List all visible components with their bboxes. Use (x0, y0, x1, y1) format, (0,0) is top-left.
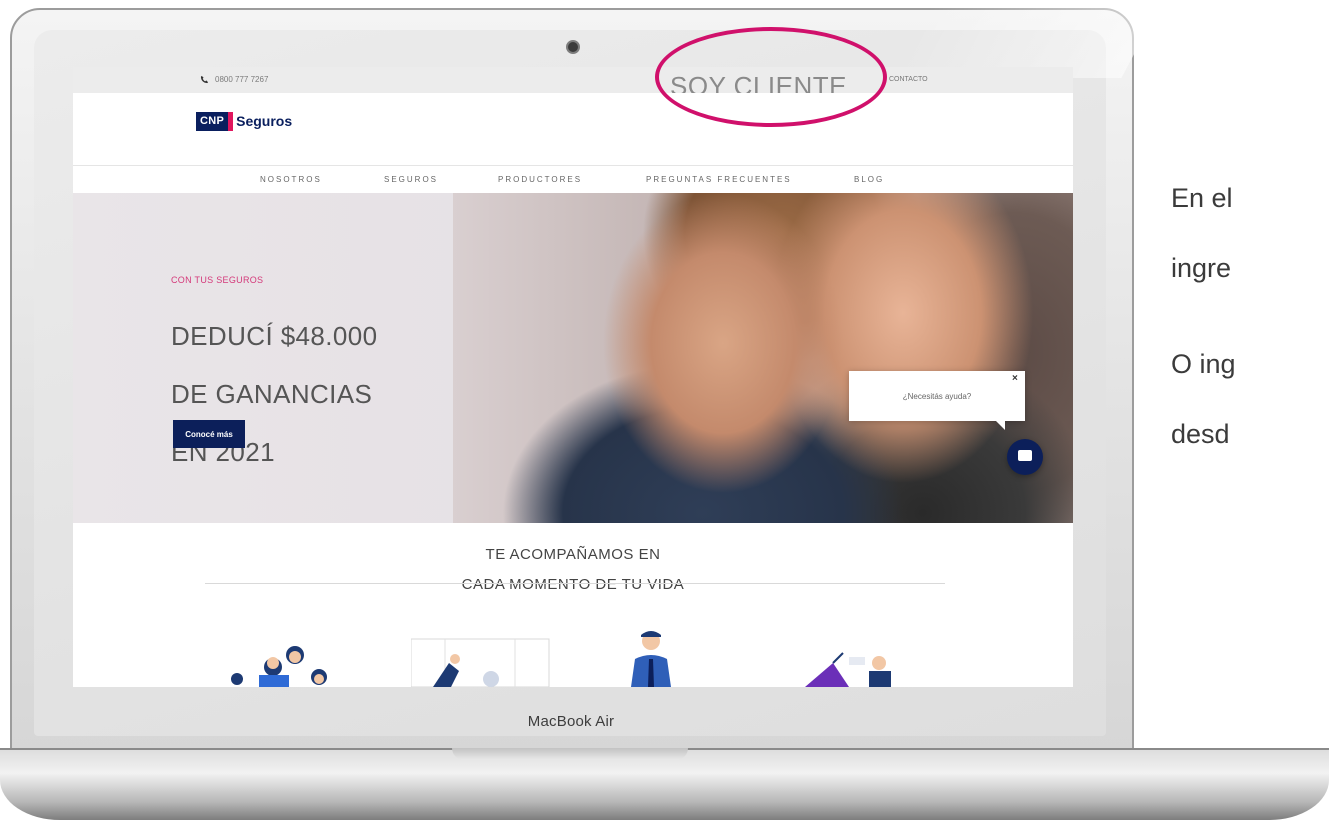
nav-blog[interactable]: BLOG (854, 175, 884, 184)
instruction-line: O ing (1171, 349, 1236, 379)
hero-banner: CON TUS SEGUROS DEDUCÍ $48.000 DE GANANC… (73, 193, 1073, 523)
nav-productores[interactable]: PRODUCTORES (498, 175, 582, 184)
section-title-line: TE ACOMPAÑAMOS EN (485, 546, 661, 563)
chat-button[interactable] (1007, 439, 1043, 475)
webcam-icon (566, 40, 580, 54)
help-bubble-text: ¿Necesitás ayuda? (902, 391, 972, 401)
laptop-notch (452, 748, 688, 760)
help-bubble-tail (995, 420, 1005, 430)
logo-seguros-text: Seguros (236, 113, 293, 129)
phone-contact[interactable]: 0800 777 7267 (200, 75, 268, 84)
nav-nosotros[interactable]: NOSOTROS (260, 175, 322, 184)
instruction-line: ingre (1171, 253, 1232, 283)
highlight-circle (655, 27, 887, 127)
section-title: TE ACOMPAÑAMOS EN CADA MOMENTO DE TU VID… (73, 532, 1073, 607)
nav-preguntas-frecuentes[interactable]: PREGUNTAS FRECUENTES (646, 175, 792, 184)
instruction-text: En el ingre O ing desd (1171, 146, 1329, 513)
logo-cnp-text: CNP (196, 112, 229, 131)
hero-kicker: CON TUS SEGUROS (171, 275, 264, 285)
family-illustration (231, 646, 327, 687)
conoce-mas-button[interactable]: Conocé más (173, 420, 245, 448)
section-divider (205, 583, 945, 584)
top-bar: 0800 777 7267 SOY CLIENTE CONTACTO (73, 67, 1073, 101)
hero-title-line: DEDUCÍ $48.000 (171, 321, 378, 351)
model-label: MacBook Air (527, 713, 615, 730)
website-screen: 0800 777 7267 SOY CLIENTE CONTACTO CNP S… (73, 67, 1073, 687)
instruction-line: desd (1171, 419, 1230, 449)
section-title-line: CADA MOMENTO DE TU VIDA (461, 576, 685, 593)
office-illustration (411, 638, 550, 687)
desk-illustration (805, 652, 891, 687)
contacto-link[interactable]: CONTACTO (889, 76, 928, 83)
main-nav: NOSOTROS SEGUROS PRODUCTORES PREGUNTAS F… (73, 165, 1073, 194)
businessman-illustration (631, 631, 671, 687)
close-icon[interactable]: × (1012, 373, 1018, 384)
instruction-line: En el (1171, 183, 1233, 213)
nav-seguros[interactable]: SEGUROS (384, 175, 438, 184)
help-bubble[interactable]: ¿Necesitás ayuda? (849, 371, 1025, 421)
hero-title-line: DE GANANCIAS (171, 379, 373, 409)
cnp-seguros-logo[interactable]: CNP Seguros (196, 112, 292, 131)
phone-icon (200, 75, 209, 84)
family-photo (453, 193, 1073, 523)
phone-number: 0800 777 7267 (215, 75, 269, 84)
hero-title: DEDUCÍ $48.000 DE GANANCIAS EN 2021 (171, 293, 377, 496)
